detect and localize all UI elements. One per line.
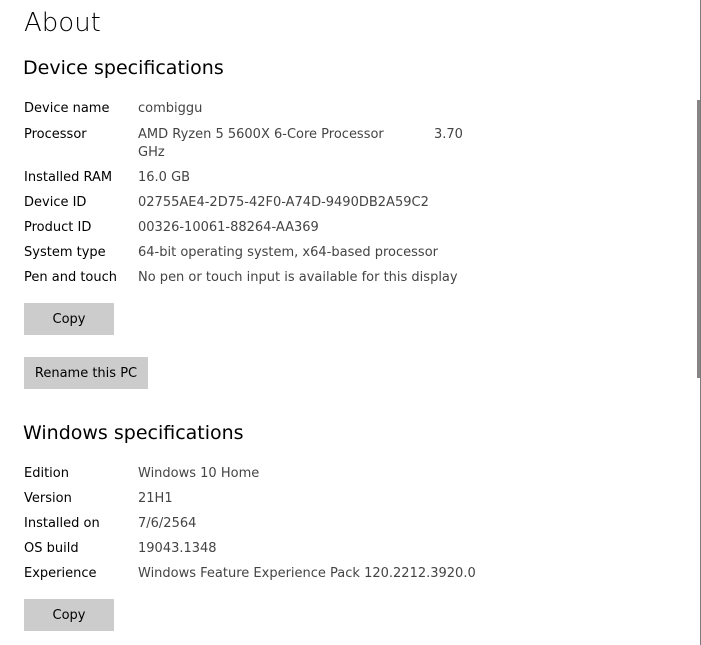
processor-speed-unit: GHz: [138, 145, 165, 160]
copy-device-specs-button[interactable]: Copy: [24, 303, 114, 335]
installed-ram-label: Installed RAM: [24, 170, 113, 185]
device-name-value: combiggu: [138, 101, 203, 116]
experience-value: Windows Feature Experience Pack 120.2212…: [138, 566, 476, 581]
installed-on-label: Installed on: [24, 516, 100, 531]
os-build-label: OS build: [24, 541, 79, 556]
device-id-value: 02755AE4-2D75-42F0-A74D-9490DB2A59C2: [138, 195, 429, 210]
processor-label: Processor: [24, 127, 87, 142]
system-type-value: 64-bit operating system, x64-based proce…: [138, 245, 438, 260]
edition-label: Edition: [24, 466, 69, 481]
page-title: About: [24, 8, 101, 38]
system-type-label: System type: [24, 245, 106, 260]
pen-and-touch-label: Pen and touch: [24, 270, 118, 285]
installed-on-value: 7/6/2564: [138, 516, 197, 531]
product-id-value: 00326-10061-88264-AA369: [138, 220, 319, 235]
about-page: About Device specifications Device name …: [0, 0, 701, 645]
version-label: Version: [24, 491, 72, 506]
pen-and-touch-value: No pen or touch input is available for t…: [138, 270, 458, 285]
device-name-label: Device name: [24, 101, 110, 116]
processor-value: AMD Ryzen 5 5600X 6-Core Processor: [138, 127, 384, 142]
version-value: 21H1: [138, 491, 173, 506]
copy-windows-specs-button[interactable]: Copy: [24, 599, 114, 631]
processor-speed-value: 3.70: [434, 127, 463, 142]
os-build-value: 19043.1348: [138, 541, 217, 556]
experience-label: Experience: [24, 566, 97, 581]
installed-ram-value: 16.0 GB: [138, 170, 191, 185]
device-specifications-heading: Device specifications: [23, 57, 224, 79]
rename-pc-button[interactable]: Rename this PC: [24, 357, 148, 389]
windows-specifications-heading: Windows specifications: [23, 422, 244, 444]
edition-value: Windows 10 Home: [138, 466, 260, 481]
device-id-label: Device ID: [24, 195, 87, 210]
product-id-label: Product ID: [24, 220, 92, 235]
